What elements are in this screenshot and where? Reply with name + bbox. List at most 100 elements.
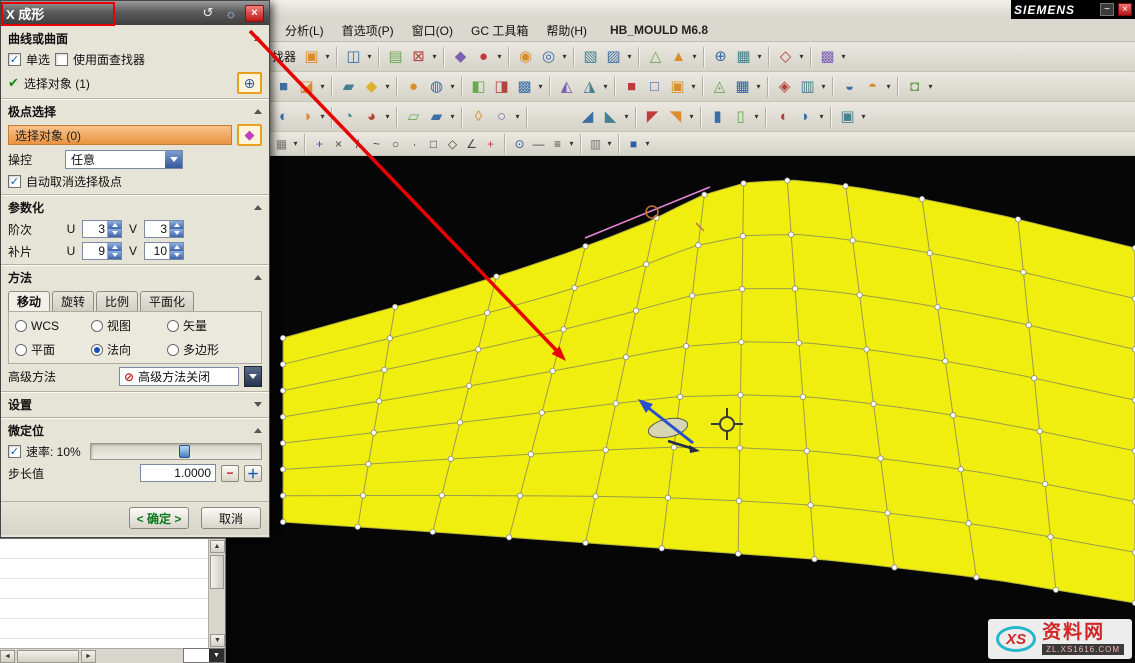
- toolbar-icon[interactable]: ▥: [586, 134, 605, 153]
- control-point[interactable]: [739, 286, 744, 291]
- advanced-method-dropdown[interactable]: ⊘ 高级方法关闭: [119, 367, 239, 386]
- toolbar-icon[interactable]: ◉: [514, 45, 537, 68]
- list-item[interactable]: [0, 599, 208, 619]
- control-point[interactable]: [892, 565, 897, 570]
- control-point[interactable]: [644, 262, 649, 267]
- chevron-down-icon[interactable]: ▾: [448, 82, 457, 91]
- control-point[interactable]: [796, 340, 801, 345]
- control-point[interactable]: [1053, 587, 1058, 592]
- control-point[interactable]: [950, 413, 955, 418]
- toolbar-icon[interactable]: ◢: [576, 105, 599, 128]
- horizontal-scroll-thumb[interactable]: [17, 650, 79, 663]
- control-point[interactable]: [935, 304, 940, 309]
- control-point[interactable]: [696, 243, 701, 248]
- control-point[interactable]: [280, 519, 285, 524]
- section-header-micro[interactable]: 微定位: [1, 418, 269, 441]
- control-point[interactable]: [966, 521, 971, 526]
- toolbar-icon[interactable]: ▤: [384, 45, 407, 68]
- chevron-down-icon[interactable]: ▾: [752, 112, 761, 121]
- chevron-down-icon[interactable]: ▾: [365, 52, 374, 61]
- control-point[interactable]: [1032, 376, 1037, 381]
- tab-平面化[interactable]: 平面化: [140, 291, 194, 311]
- control-point[interactable]: [280, 493, 285, 498]
- control-point[interactable]: [785, 178, 790, 183]
- pole-select-highlight[interactable]: 选择对象 (0): [8, 125, 232, 145]
- control-point[interactable]: [623, 354, 628, 359]
- toolbar-icon[interactable]: ◖: [771, 105, 794, 128]
- tab-移动[interactable]: 移动: [8, 291, 50, 311]
- toolbar-icon[interactable]: +: [310, 134, 329, 153]
- control-point[interactable]: [506, 535, 511, 540]
- chevron-down-icon[interactable]: ▾: [318, 82, 327, 91]
- toolbar-icon[interactable]: ▲: [667, 45, 690, 68]
- toolbar-icon[interactable]: ▧: [579, 45, 602, 68]
- control-point[interactable]: [1026, 323, 1031, 328]
- reset-icon[interactable]: ↺: [199, 5, 217, 21]
- chevron-down-icon[interactable]: ▾: [567, 139, 576, 148]
- control-point[interactable]: [1048, 534, 1053, 539]
- toolbar-icon[interactable]: ◬: [708, 75, 731, 98]
- list-item[interactable]: [0, 539, 208, 559]
- toolbar-icon[interactable]: ◍: [425, 75, 448, 98]
- chevron-down-icon[interactable]: ▾: [839, 52, 848, 61]
- chevron-up-icon[interactable]: [254, 275, 262, 280]
- chevron-down-icon[interactable]: ▾: [430, 52, 439, 61]
- toolbar-icon[interactable]: ◎: [537, 45, 560, 68]
- menu-item[interactable]: GC 工具箱: [462, 20, 537, 41]
- chevron-down-icon[interactable]: ▾: [601, 82, 610, 91]
- control-point[interactable]: [539, 410, 544, 415]
- control-point[interactable]: [392, 304, 397, 309]
- list-item[interactable]: [0, 639, 208, 648]
- step-value-input[interactable]: 1.0000: [140, 464, 216, 482]
- chevron-down-icon[interactable]: [244, 366, 262, 387]
- toolbar-icon[interactable]: ⊕: [709, 45, 732, 68]
- degree-v-spinner[interactable]: 3: [144, 220, 184, 238]
- control-point[interactable]: [659, 546, 664, 551]
- control-point[interactable]: [677, 394, 682, 399]
- toolbar-icon[interactable]: ▮: [706, 105, 729, 128]
- chevron-down-icon[interactable]: ▾: [622, 112, 631, 121]
- control-point[interactable]: [927, 250, 932, 255]
- chevron-up-icon[interactable]: [254, 205, 262, 210]
- rate-checkbox[interactable]: ✓: [8, 445, 21, 458]
- control-point[interactable]: [613, 401, 618, 406]
- menu-item[interactable]: 首选项(P): [333, 20, 403, 41]
- toolbar-icon[interactable]: ◆: [360, 75, 383, 98]
- toolbar-icon[interactable]: ◑: [295, 105, 318, 128]
- control-point[interactable]: [740, 234, 745, 239]
- control-point[interactable]: [974, 575, 979, 580]
- toolbar-icon[interactable]: ~: [367, 134, 386, 153]
- toolbar-icon[interactable]: △: [644, 45, 667, 68]
- scroll-left-icon[interactable]: ◄: [0, 650, 15, 663]
- toolbar-icon[interactable]: ▨: [602, 45, 625, 68]
- manipulation-dropdown[interactable]: 任意: [65, 150, 183, 169]
- toolbar-icon[interactable]: ∠: [462, 134, 481, 153]
- toolbar-icon[interactable]: ◕: [360, 105, 383, 128]
- control-point[interactable]: [371, 430, 376, 435]
- toolbar-icon[interactable]: ▦: [732, 45, 755, 68]
- chevron-down-icon[interactable]: [254, 402, 262, 407]
- toolbar-icon[interactable]: ■: [624, 134, 643, 153]
- control-point[interactable]: [885, 510, 890, 515]
- radio-矢量[interactable]: [167, 320, 179, 332]
- control-point[interactable]: [878, 456, 883, 461]
- toolbar-icon[interactable]: □: [643, 75, 666, 98]
- toolbar-icon[interactable]: ◓: [861, 75, 884, 98]
- control-point[interactable]: [808, 502, 813, 507]
- dialog-title-bar[interactable]: X 成形 ↺ ☼ ×: [1, 1, 269, 25]
- chevron-down-icon[interactable]: ▾: [690, 52, 699, 61]
- toolbar-icon[interactable]: ◫: [342, 45, 365, 68]
- chevron-down-icon[interactable]: ▾: [884, 82, 893, 91]
- chevron-up-icon[interactable]: [254, 36, 262, 41]
- dialog-close-icon[interactable]: ×: [245, 5, 264, 22]
- control-point[interactable]: [919, 196, 924, 201]
- close-button[interactable]: ×: [1118, 3, 1132, 16]
- control-point[interactable]: [583, 244, 588, 249]
- toolbar-icon[interactable]: ●: [402, 75, 425, 98]
- control-point[interactable]: [804, 448, 809, 453]
- control-point[interactable]: [792, 286, 797, 291]
- vertical-scroll-thumb[interactable]: [210, 555, 224, 589]
- chevron-down-icon[interactable]: ▾: [859, 112, 868, 121]
- control-point[interactable]: [439, 493, 444, 498]
- chevron-down-icon[interactable]: ▾: [383, 112, 392, 121]
